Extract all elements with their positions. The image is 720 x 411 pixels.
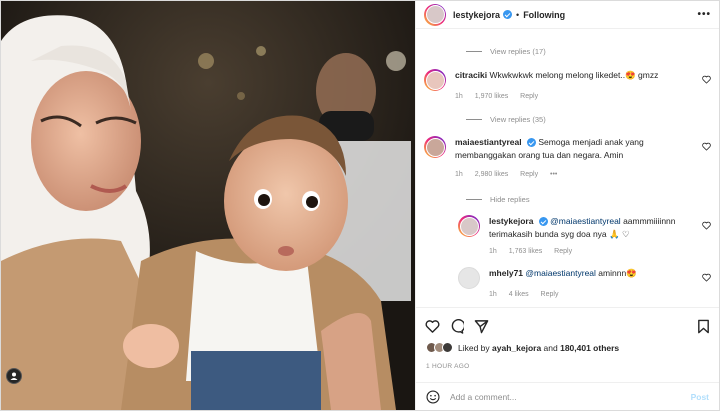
comment-likes[interactable]: 1,970 likes [475, 93, 508, 100]
hide-replies-label: Hide replies [490, 195, 530, 204]
verified-badge-icon [527, 138, 536, 148]
commenter-avatar[interactable] [424, 136, 446, 158]
comment-likes[interactable]: 2,980 likes [475, 171, 508, 178]
photo-illustration [1, 1, 415, 410]
like-comment-icon[interactable] [702, 75, 711, 84]
like-comment-icon[interactable] [702, 142, 711, 151]
person-icon [10, 372, 18, 380]
like-comment-icon[interactable] [702, 221, 711, 230]
reply-item: lestykejora @maiaestiantyreal aammmiiiin… [458, 215, 711, 258]
comment-username[interactable]: mhely71 [489, 268, 523, 278]
comment-time[interactable]: 1h [489, 291, 497, 298]
reply-button[interactable]: Reply [541, 291, 559, 298]
post-details-panel: lestykejora • Following ••• View replies… [415, 1, 719, 410]
likes-text: Liked by ayah_kejora and 180,401 others [458, 343, 619, 353]
hide-replies-button[interactable]: Hide replies [466, 195, 530, 204]
liker-username[interactable]: ayah_kejora [492, 343, 541, 353]
comment-likes[interactable]: 1,763 likes [509, 248, 542, 255]
separator-dot: • [516, 9, 520, 20]
tagged-users-button[interactable] [6, 368, 22, 384]
comment-time[interactable]: 1h [455, 93, 463, 100]
comment-username[interactable]: maiaestiantyreal [455, 137, 522, 147]
liker-avatar [442, 342, 453, 353]
view-replies-label: View replies (17) [490, 47, 546, 56]
reply-button[interactable]: Reply [520, 93, 538, 100]
share-paper-plane-icon[interactable] [474, 319, 489, 334]
add-comment-bar: Post [416, 382, 719, 410]
comment-username[interactable]: lestykejora [489, 216, 533, 226]
mention-link[interactable]: @maiaestiantyreal [525, 268, 596, 278]
post-photo[interactable] [1, 1, 415, 410]
reply-button[interactable]: Reply [520, 171, 538, 178]
comment-item: maiaestiantyreal Semoga menjadi anak yan… [424, 136, 711, 181]
commenter-avatar[interactable] [458, 267, 480, 289]
comment-bubble-icon[interactable] [449, 319, 464, 334]
likes-count[interactable]: 180,401 others [560, 343, 619, 353]
comment-time[interactable]: 1h [455, 171, 463, 178]
comment-item: citraciki Wkwkwkwk melong melong likedet… [424, 69, 711, 103]
comment-time[interactable]: 1h [489, 248, 497, 255]
comment-text: aminnn😍 [595, 268, 637, 278]
view-replies-label: View replies (35) [490, 115, 546, 124]
comment-more-icon[interactable]: ••• [550, 171, 557, 178]
verified-badge-icon [538, 217, 548, 227]
more-options-icon[interactable]: ••• [697, 9, 711, 20]
likes-and: and [541, 342, 561, 353]
verified-badge-icon [503, 10, 513, 19]
comment-input[interactable] [450, 391, 691, 402]
mention-link[interactable]: @maiaestiantyreal [550, 216, 621, 226]
post-header: lestykejora • Following ••• [416, 1, 719, 29]
comment-username[interactable]: citraciki [455, 70, 487, 80]
post-comment-button[interactable]: Post [691, 392, 709, 402]
author-avatar[interactable] [424, 3, 446, 26]
reply-button[interactable]: Reply [554, 248, 572, 255]
commenter-avatar[interactable] [424, 69, 446, 91]
view-replies-button[interactable]: View replies (35) [466, 115, 546, 124]
view-replies-button[interactable]: View replies (17) [466, 47, 546, 56]
likes-summary: Liked by ayah_kejora and 180,401 others [426, 342, 619, 353]
following-button[interactable]: Following [523, 10, 565, 20]
like-heart-icon[interactable] [425, 319, 440, 334]
like-comment-icon[interactable] [702, 273, 711, 282]
likes-prefix: Liked by [458, 342, 493, 353]
comment-text: Wkwkwkwk melong melong likedet..😍 gmzz [489, 70, 659, 80]
post-actions-bar [416, 307, 719, 347]
comments-list[interactable]: View replies (17) citraciki Wkwkwkwk mel… [416, 29, 719, 307]
emoji-smiley-icon[interactable] [426, 389, 440, 404]
author-username[interactable]: lestykejora [453, 10, 500, 20]
post-timestamp[interactable]: 1 HOUR AGO [426, 363, 469, 370]
save-bookmark-icon[interactable] [696, 319, 711, 334]
commenter-avatar[interactable] [458, 215, 480, 237]
comment-likes[interactable]: 4 likes [509, 291, 529, 298]
reply-item: mhely71 @maiaestiantyreal aminnn😍 1h 4 l… [458, 267, 711, 301]
